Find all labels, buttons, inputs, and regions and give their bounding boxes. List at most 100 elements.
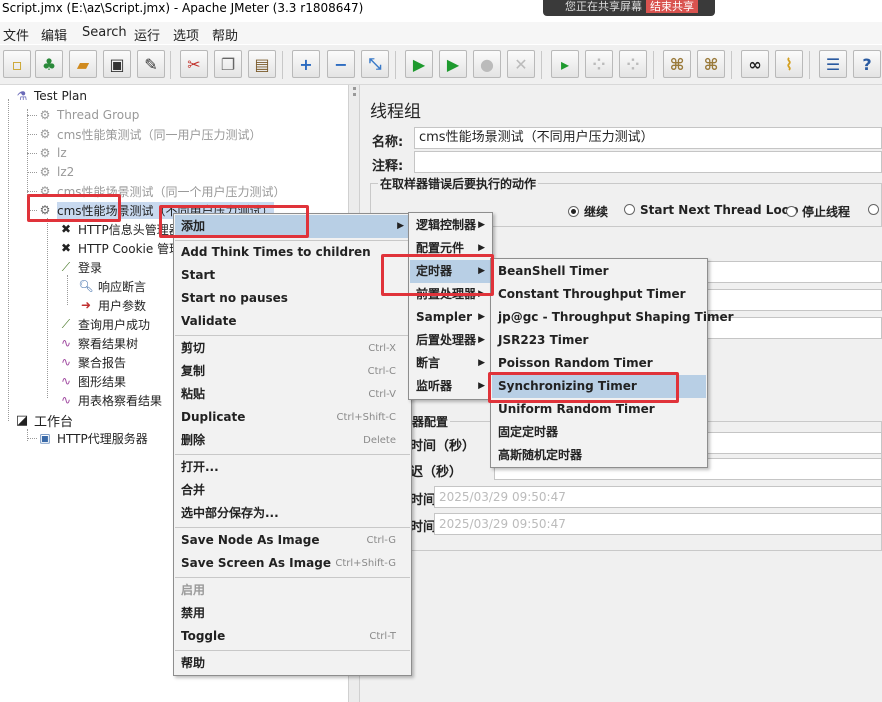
clear-all-icon[interactable]: ⌘ [697,50,725,78]
save-as-icon[interactable]: ✎ [137,50,165,78]
menu-item-help[interactable]: 帮助 [175,652,410,675]
menu-run[interactable]: 运行 [134,25,160,44]
toggle-icon[interactable]: ⤡ [361,50,389,78]
radio-continue[interactable]: 继续 [568,203,608,220]
tree-node-test-plan[interactable]: ⚗ Test Plan [14,87,87,105]
graph-icon: ∿ [60,374,72,388]
stop-icon[interactable]: ● [473,50,501,78]
radio-label: 停止线程 [802,205,851,219]
end-time-field[interactable]: 2025/03/29 09:50:47 [434,513,882,535]
menu-item-label: Start [181,268,216,282]
submenu-post-processor[interactable]: 后置处理器 ▶ [410,329,491,352]
menu-help[interactable]: 帮助 [212,25,238,44]
tree-node-graph-results[interactable]: ∿ 图形结果 [58,372,126,390]
timer-constant-throughput[interactable]: Constant Throughput Timer [492,283,706,306]
tree-node-lz2[interactable]: ⚙ lz2 [37,163,75,181]
menu-item-toggle[interactable]: Toggle Ctrl-T [175,625,410,648]
tree-node-response-assertion[interactable]: 🔍︎ 响应断言 [78,277,146,295]
submenu-logic-controller[interactable]: 逻辑控制器 ▶ [410,214,491,237]
function-helper-icon[interactable]: ☰ [819,50,847,78]
pipette-icon: ⟋ [61,259,71,274]
gear-icon: ⚙ [39,146,51,160]
chevron-right-icon: ▶ [478,358,485,368]
remote-start-icon[interactable]: ▸ [551,50,579,78]
tree-node-view-results-tree[interactable]: ∿ 察看结果树 [58,334,138,352]
open-icon[interactable]: ▰ [69,50,97,78]
remote-stop-icon[interactable]: ⁘ [585,50,613,78]
submenu-listener[interactable]: 监听器 ▶ [410,375,491,398]
pipette-icon: ⟋ [61,316,71,331]
menu-options[interactable]: 选项 [173,25,199,44]
menu-item-save-selection[interactable]: 选中部分保存为... [175,502,410,525]
remote-shutdown-icon[interactable]: ⁘ [619,50,647,78]
menu-search[interactable]: Search [82,25,127,40]
save-icon[interactable]: ▣ [103,50,131,78]
menu-item-duplicate[interactable]: Duplicate Ctrl+Shift-C [175,406,410,429]
graph-icon: ∿ [60,393,72,407]
search-icon[interactable]: ∞ [741,50,769,78]
delay-label: 迟（秒） [410,465,463,480]
radio-next-loop[interactable]: Start Next Thread Loop [624,203,799,217]
start-time-field[interactable]: 2025/03/29 09:50:47 [434,486,882,508]
gear-icon: ⚙ [39,165,51,179]
start-icon[interactable]: ▶ [405,50,433,78]
stop-share-button[interactable]: 结束共享 [646,0,698,13]
collapse-icon[interactable]: − [327,50,355,78]
menu-item-delete[interactable]: 删除 Delete [175,429,410,452]
menu-item-merge[interactable]: 合并 [175,479,410,502]
timer-beanshell[interactable]: BeanShell Timer [492,260,706,283]
submenu-sampler[interactable]: Sampler ▶ [410,306,491,329]
menu-edit[interactable]: 编辑 [41,25,67,44]
tree-node-thread-group[interactable]: ⚙ Thread Group [37,106,140,124]
menu-item-save-screen-image[interactable]: Save Screen As Image Ctrl+Shift-G [175,552,410,575]
flask-icon: ⚗ [16,89,28,103]
new-icon[interactable]: ▫ [3,50,31,78]
expand-icon[interactable]: + [292,50,320,78]
timer-throughput-shaping[interactable]: jp@gc - Throughput Shaping Timer [492,306,734,329]
tree-node-query-user[interactable]: ⟋ 查询用户成功 [58,315,150,333]
shortcut-label: Ctrl-G [366,535,396,546]
submenu-assertion[interactable]: 断言 ▶ [410,352,491,375]
timer-constant[interactable]: 固定定时器 [492,421,706,444]
annotation-box-synchronizing-timer [488,372,679,403]
tree-node-http-proxy[interactable]: ▣ HTTP代理服务器 [37,429,147,447]
start-no-pause-icon[interactable]: ▶ [439,50,467,78]
menu-item-add-think-times[interactable]: Add Think Times to children [175,241,410,264]
copy-icon[interactable]: ❐ [214,50,242,78]
cut-icon[interactable]: ✂ [180,50,208,78]
context-menu: 添加 ▶ Add Think Times to children Start St… [173,213,412,676]
menu-item-cut[interactable]: 剪切 Ctrl-X [175,337,410,360]
menu-file[interactable]: 文件 [3,25,29,44]
menu-item-validate[interactable]: Validate [175,310,410,333]
tree-node-user-params[interactable]: ➜ 用户参数 [78,296,146,314]
tree-node-table-results[interactable]: ∿ 用表格察看结果 [58,391,162,409]
toolbar: ▫ ♣ ▰ ▣ ✎ ✂ ❐ ▤ + − ⤡ ▶ ▶ ● ✕ ▸ ⁘ ⁘ ⌘ ⌘ … [0,45,882,85]
help-icon[interactable]: ? [853,50,881,78]
menu-item-paste[interactable]: 粘贴 Ctrl-V [175,383,410,406]
chevron-right-icon: ▶ [478,220,485,230]
menu-item-start-no-pauses[interactable]: Start no pauses [175,287,410,310]
clear-icon[interactable]: ⌘ [663,50,691,78]
reset-search-icon[interactable]: ⌇ [775,50,803,78]
comment-field[interactable] [414,151,882,173]
radio-label: 继续 [584,205,609,219]
name-field[interactable]: cms性能场景测试（不同用户压力测试） [414,127,882,149]
menu-item-open[interactable]: 打开... [175,456,410,479]
tree-node-lz[interactable]: ⚙ lz [37,144,67,162]
tree-node-workbench[interactable]: ◪ 工作台 [14,411,73,430]
menu-item-disable[interactable]: 禁用 [175,602,410,625]
menu-item-copy[interactable]: 复制 Ctrl-C [175,360,410,383]
paste-icon[interactable]: ▤ [248,50,276,78]
templates-icon[interactable]: ♣ [35,50,63,78]
tree-node-aggregate-report[interactable]: ∿ 聚合报告 [58,353,126,371]
tree-node-login[interactable]: ⟋ 登录 [58,258,102,276]
tree-node-cms-1[interactable]: ⚙ cms性能策测试（同一用户压力测试） [37,125,262,143]
shutdown-icon[interactable]: ✕ [507,50,535,78]
radio-stop-thread[interactable]: 停止线程 [786,203,850,220]
menu-item-save-node-image[interactable]: Save Node As Image Ctrl-G [175,529,410,552]
menu-item-start[interactable]: Start [175,264,410,287]
timer-jsr223[interactable]: JSR223 Timer [492,329,706,352]
radio-more[interactable] [868,203,882,217]
timer-gaussian-random[interactable]: 高斯随机定时器 [492,444,706,467]
tree-node-label: lz2 [57,165,75,179]
